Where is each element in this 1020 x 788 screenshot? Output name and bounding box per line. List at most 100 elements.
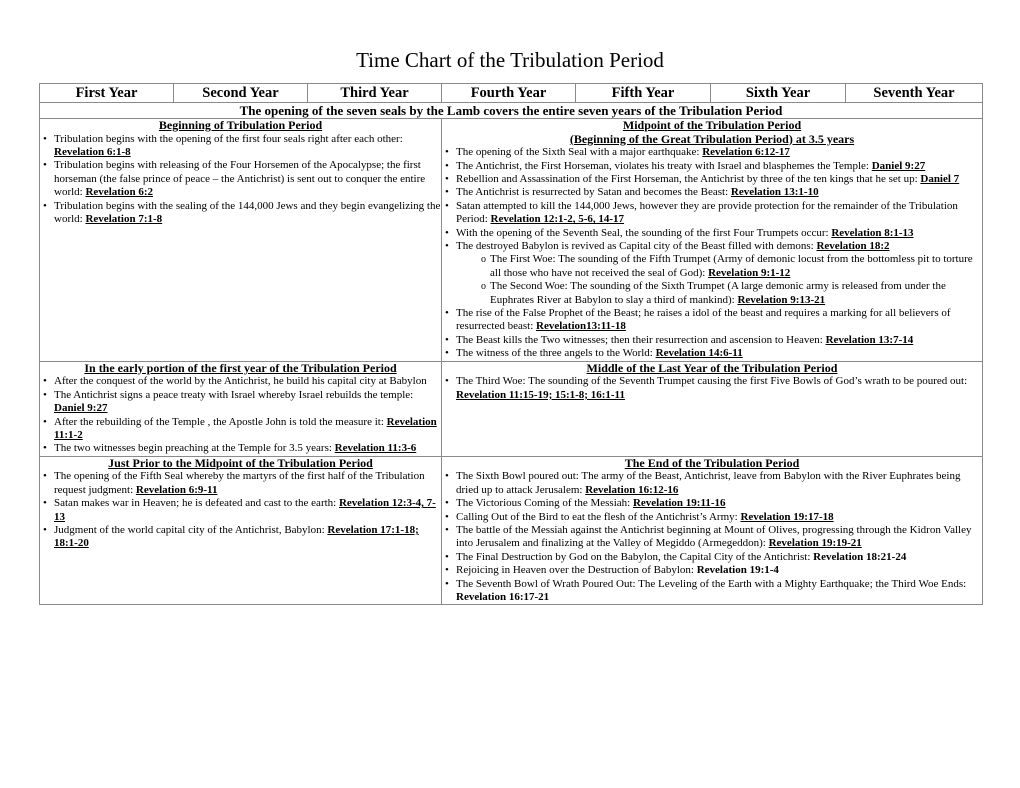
scripture-reference: Revelation 18:21-24 — [813, 550, 907, 563]
sub-list-item: The Second Woe: The sounding of the Sixt… — [481, 280, 982, 307]
list-item: The Antichrist, the First Horseman, viol… — [445, 159, 982, 174]
list-item: Tribulation begins with releasing of the… — [43, 159, 441, 199]
event-text: After the conquest of the world by the A… — [54, 375, 427, 388]
event-text: The two witnesses begin preaching at the… — [54, 442, 335, 455]
section-prior-midpoint: Just Prior to the Midpoint of the Tribul… — [39, 455, 442, 606]
event-text: Satan makes war in Heaven; he is defeate… — [54, 497, 339, 510]
year-header: First Year — [39, 83, 174, 103]
section-last-year: Middle of the Last Year of the Tribulati… — [441, 360, 983, 457]
event-list: The Third Woe: The sounding of the Seven… — [442, 375, 982, 402]
scripture-reference: Revelation 19:19-21 — [768, 537, 862, 550]
list-item: The rise of the False Prophet of the Bea… — [445, 307, 982, 334]
list-item: The Antichrist signs a peace treaty with… — [43, 388, 441, 416]
list-item: The two witnesses begin preaching at the… — [43, 442, 441, 456]
list-item: Tribulation begins with the opening of t… — [43, 132, 441, 160]
section-heading: Midpoint of the Tribulation Period — [622, 118, 802, 132]
list-item: Satan attempted to kill the 144,000 Jews… — [445, 200, 982, 227]
scripture-reference: Revelation13:11-18 — [536, 320, 626, 333]
event-list: The opening of the Fifth Seal whereby th… — [40, 470, 441, 550]
event-text: The opening of the Sixth Seal with a maj… — [456, 146, 703, 159]
event-text: The destroyed Babylon is revived as Capi… — [456, 240, 817, 253]
list-item: The witness of the three angels to the W… — [445, 347, 982, 361]
event-text: The Antichrist, the First Horseman, viol… — [456, 159, 872, 172]
list-item: Calling Out of the Bird to eat the flesh… — [445, 510, 982, 525]
event-text: Calling Out of the Bird to eat the flesh… — [456, 510, 741, 523]
event-text: The Antichrist is resurrected by Satan a… — [456, 186, 731, 199]
scripture-reference: Revelation 9:1-12 — [708, 266, 791, 279]
event-text: The battle of the Messiah against the An… — [456, 523, 972, 550]
scripture-reference: Revelation 19:17-18 — [740, 510, 834, 523]
year-header: Third Year — [307, 83, 442, 103]
event-text: The Final Destruction by God on the Baby… — [456, 550, 814, 563]
scripture-reference: Revelation 6:12-17 — [702, 146, 790, 159]
event-text: The Victorious Coming of the Messiah: — [456, 497, 633, 510]
scripture-reference: Revelation 7:1-8 — [85, 213, 163, 226]
section-heading: Middle of the Last Year of the Tribulati… — [586, 360, 838, 375]
event-text: The Sixth Bowl poured out: The army of t… — [456, 470, 961, 496]
scripture-reference: Revelation 8:1-13 — [831, 226, 914, 239]
list-item: Judgment of the world capital city of th… — [43, 524, 441, 551]
event-list: The Sixth Bowl poured out: The army of t… — [442, 470, 982, 604]
list-item: The Third Woe: The sounding of the Seven… — [445, 375, 982, 402]
list-item: Rejoicing in Heaven over the Destruction… — [445, 564, 982, 578]
scripture-reference: Daniel 7 — [920, 173, 960, 185]
list-item: The destroyed Babylon is revived as Capi… — [445, 240, 982, 254]
section-beginning: Beginning of Tribulation PeriodTribulati… — [39, 118, 442, 362]
section-row: Beginning of Tribulation PeriodTribulati… — [39, 118, 983, 362]
section-row: In the early portion of the first year o… — [39, 360, 983, 457]
year-header-row: First Year Second Year Third Year Fourth… — [39, 83, 983, 103]
event-text: Rebellion and Assassination of the First… — [456, 173, 921, 185]
list-item: The opening of the Sixth Seal with a maj… — [445, 146, 982, 160]
event-list: The opening of the Sixth Seal with a maj… — [442, 146, 982, 361]
section-subheading: (Beginning of the Great Tribulation Peri… — [569, 131, 855, 146]
event-text: The Antichrist signs a peace treaty with… — [54, 388, 414, 401]
event-text: Tribulation begins with the opening of t… — [54, 132, 403, 145]
event-text: The Third Woe: The sounding of the Seven… — [456, 375, 968, 388]
event-text: Rejoicing in Heaven over the Destruction… — [456, 564, 697, 577]
event-text: The Second Woe: The sounding of the Sixt… — [490, 280, 946, 306]
list-item: The opening of the Fifth Seal whereby th… — [43, 470, 441, 497]
list-item: The Beast kills the Two witnesses; then … — [445, 333, 982, 348]
section-end: The End of the Tribulation PeriodThe Six… — [441, 455, 983, 606]
sub-list-item: The First Woe: The sounding of the Fifth… — [481, 253, 982, 280]
scripture-reference: Revelation 6:1-8 — [54, 146, 131, 158]
event-text: The Beast kills the Two witnesses; then … — [456, 333, 826, 346]
scripture-reference: Revelation 16:12-16 — [585, 483, 679, 496]
event-text: The rise of the False Prophet of the Bea… — [456, 307, 951, 333]
event-text: The Seventh Bowl of Wrath Poured Out: Th… — [456, 577, 967, 590]
scripture-reference: Revelation 9:13-21 — [737, 293, 826, 306]
time-chart-table: First Year Second Year Third Year Fourth… — [39, 83, 983, 606]
page-title: Time Chart of the Tribulation Period — [356, 48, 664, 72]
list-item: Tribulation begins with the sealing of t… — [43, 200, 441, 227]
scripture-reference: Revelation 11:3-6 — [334, 442, 417, 455]
scripture-reference: Revelation 13:1-10 — [730, 186, 819, 199]
section-heading: In the early portion of the first year o… — [84, 360, 397, 375]
scripture-reference: Revelation 18:2 — [816, 240, 890, 253]
list-item: After the conquest of the world by the A… — [43, 375, 441, 389]
event-text: After the rebuilding of the Temple , the… — [54, 415, 387, 428]
event-text: With the opening of the Seventh Seal, th… — [456, 226, 832, 239]
list-item: The battle of the Messiah against the An… — [445, 523, 982, 551]
year-header: Second Year — [173, 83, 308, 103]
scripture-reference: Revelation 19:11-16 — [632, 497, 726, 510]
section-row: Just Prior to the Midpoint of the Tribul… — [39, 455, 983, 606]
scripture-reference: Daniel 9:27 — [54, 402, 108, 415]
list-item: The Sixth Bowl poured out: The army of t… — [445, 470, 982, 497]
scripture-reference: Revelation 19:1-4 — [696, 564, 779, 577]
event-text: The witness of the three angels to the W… — [456, 347, 656, 360]
year-header: Seventh Year — [845, 83, 983, 103]
section-heading: The End of the Tribulation Period — [624, 455, 800, 470]
scripture-reference: Revelation 6:9-11 — [135, 483, 218, 496]
list-item: With the opening of the Seventh Seal, th… — [445, 226, 982, 241]
year-header: Fifth Year — [575, 83, 711, 103]
list-item: After the rebuilding of the Temple , the… — [43, 415, 441, 443]
section-early-first-year: In the early portion of the first year o… — [39, 360, 442, 457]
year-header: Fourth Year — [441, 83, 576, 103]
event-list: Tribulation begins with the opening of t… — [40, 133, 441, 227]
section-heading: Beginning of Tribulation Period — [158, 118, 323, 132]
scripture-reference: Revelation 16:17-21 — [456, 590, 550, 603]
list-item: The Antichrist is resurrected by Satan a… — [445, 186, 982, 200]
seals-banner: The opening of the seven seals by the La… — [39, 102, 983, 119]
event-list: After the conquest of the world by the A… — [40, 375, 441, 456]
scripture-reference: Revelation 6:2 — [85, 186, 153, 199]
